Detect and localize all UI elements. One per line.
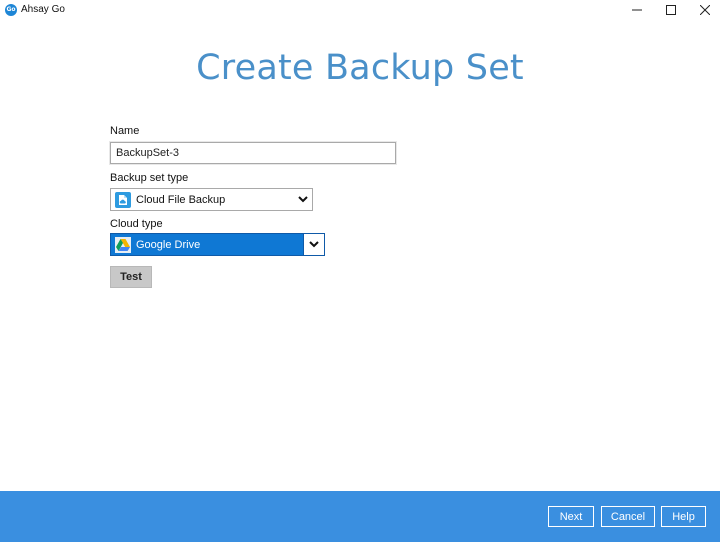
chevron-down-icon (303, 234, 324, 255)
close-button[interactable] (688, 0, 720, 20)
backup-set-type-select[interactable]: Cloud File Backup (110, 188, 313, 211)
google-drive-icon (115, 236, 131, 253)
test-button[interactable]: Test (110, 266, 152, 288)
backup-set-type-value: Cloud File Backup (136, 193, 226, 206)
title-bar: Go Ahsay Go (0, 0, 720, 22)
maximize-icon (666, 5, 676, 15)
minimize-icon (632, 9, 642, 11)
cloud-type-label: Cloud type (110, 218, 163, 230)
app-logo-icon: Go (5, 4, 17, 16)
cloud-type-value: Google Drive (136, 238, 201, 251)
help-button[interactable]: Help (661, 506, 706, 527)
footer-bar: Next Cancel Help (0, 491, 720, 542)
cancel-button[interactable]: Cancel (601, 506, 655, 527)
page-title: Create Backup Set (196, 48, 524, 88)
name-input[interactable] (109, 141, 397, 165)
next-button[interactable]: Next (548, 506, 594, 527)
maximize-button[interactable] (654, 0, 688, 20)
backup-set-type-label: Backup set type (110, 172, 189, 184)
minimize-button[interactable] (620, 0, 654, 20)
app-title: Ahsay Go (21, 4, 65, 15)
name-label: Name (110, 125, 140, 137)
close-icon (700, 5, 710, 15)
cloud-file-icon (115, 191, 131, 208)
app-window: Go Ahsay Go Create Backup Set Name Backu… (0, 0, 720, 542)
cloud-type-select[interactable]: Google Drive (110, 233, 325, 256)
chevron-down-icon (294, 189, 312, 210)
